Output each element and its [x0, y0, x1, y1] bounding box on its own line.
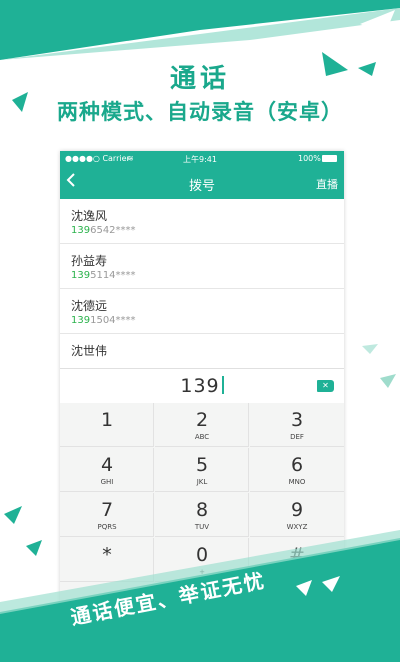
key-8[interactable]: 8 TUV	[155, 493, 249, 537]
key-4[interactable]: 4 GHI	[60, 448, 154, 492]
key-star[interactable]: *	[60, 538, 154, 582]
key-1[interactable]: 1	[60, 403, 154, 447]
contact-number: 1396542****	[71, 225, 136, 236]
backspace-icon[interactable]: ✕	[317, 380, 334, 392]
list-item[interactable]: 孙益寿 1395114****	[60, 244, 344, 289]
status-bar: ●●●●○ Carrier ≋ 上午9:41 100%	[60, 151, 344, 167]
wifi-icon: ≋	[127, 154, 134, 163]
contact-list: 沈逸风 1396542**** 孙益寿 1395114**** 沈德远 1391…	[60, 199, 344, 369]
dial-input[interactable]: 139 ✕	[60, 368, 344, 404]
promo-subtitle: 两种模式、自动录音（安卓）	[57, 100, 343, 124]
key-3[interactable]: 3 DEF	[250, 403, 344, 447]
status-time: 上午9:41	[183, 155, 217, 164]
list-item[interactable]: 沈世伟	[60, 334, 344, 369]
contact-name: 沈德远	[71, 299, 108, 313]
contact-number: 1395114****	[71, 270, 136, 281]
key-7[interactable]: 7 PQRS	[60, 493, 154, 537]
dial-input-value: 139	[60, 375, 344, 397]
battery-icon	[322, 155, 337, 162]
page-title: 拨号	[188, 179, 215, 194]
key-2[interactable]: 2 ABC	[155, 403, 249, 447]
contact-number: 1391504****	[71, 315, 136, 326]
list-item[interactable]: 沈德远 1391504****	[60, 289, 344, 334]
promo-title: 通话	[169, 64, 230, 94]
battery-label: 100%	[298, 154, 321, 163]
carrier-label: ●●●●○ Carrier	[65, 154, 130, 163]
key-5[interactable]: 5 JKL	[155, 448, 249, 492]
key-6[interactable]: 6 MNO	[250, 448, 344, 492]
contact-name: 沈世伟	[71, 344, 108, 358]
key-9[interactable]: 9 WXYZ	[250, 493, 344, 537]
list-item[interactable]: 沈逸风 1396542****	[60, 199, 344, 244]
nav-action-button[interactable]: 直播	[316, 176, 338, 192]
contact-name: 沈逸风	[71, 209, 108, 223]
nav-bar: 拨号 直播	[60, 167, 344, 199]
contact-name: 孙益寿	[71, 254, 108, 268]
phone-mockup: ●●●●○ Carrier ≋ 上午9:41 100% 拨号 直播 沈逸风 13…	[60, 151, 344, 606]
